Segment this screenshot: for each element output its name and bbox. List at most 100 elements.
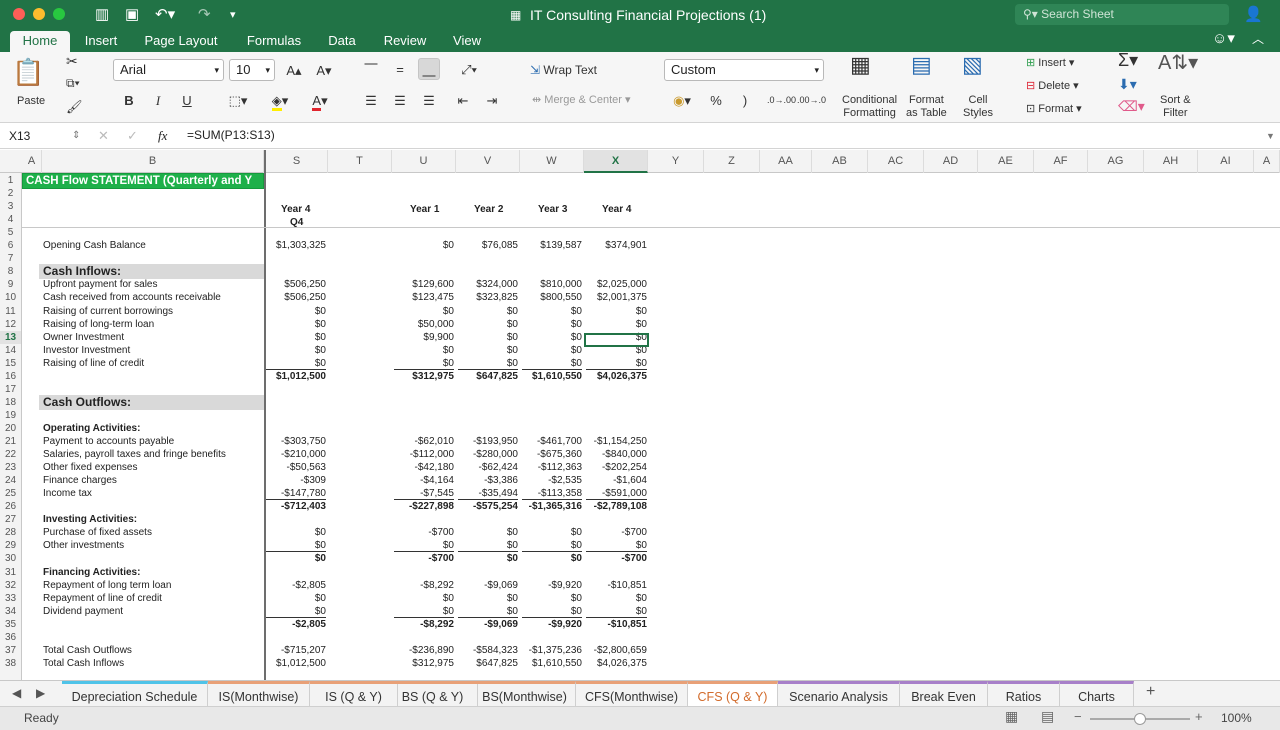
format-cells-button[interactable]: ⊡ Format ▾ — [1026, 103, 1082, 116]
row-header-7[interactable]: 7 — [0, 252, 21, 265]
cell-v-26[interactable]: -$575,254 — [456, 500, 518, 513]
cell-s-35[interactable]: -$2,805 — [264, 618, 326, 631]
cell-v-11[interactable]: $0 — [456, 305, 518, 318]
row-header-34[interactable]: 34 — [0, 605, 21, 618]
wrap-text-button[interactable]: ⇲ Wrap Text — [530, 64, 597, 77]
fill-color-button[interactable]: ◈▾ — [262, 89, 298, 111]
column-header-x[interactable]: X — [584, 150, 648, 173]
formula-input[interactable]: =SUM(P13:S13) — [187, 129, 275, 142]
fill-icon[interactable]: ⬇▾ — [1118, 77, 1137, 91]
row-header-24[interactable]: 24 — [0, 474, 21, 487]
column-header-ai[interactable]: AI — [1198, 150, 1254, 173]
close-window-button[interactable] — [13, 8, 25, 20]
column-header-ah[interactable]: AH — [1144, 150, 1198, 173]
format-as-table-button[interactable]: Format as Table — [906, 94, 947, 120]
cell-w-11[interactable]: $0 — [520, 305, 582, 318]
previous-sheet-icon[interactable]: ◀ — [12, 687, 21, 700]
row-label[interactable]: Income tax — [43, 487, 92, 500]
cell-u-10[interactable]: $123,475 — [392, 291, 454, 304]
cell-w-30[interactable]: $0 — [520, 552, 582, 565]
expand-formula-icon[interactable]: ▼ — [1266, 130, 1275, 143]
cell-u-9[interactable]: $129,600 — [392, 278, 454, 291]
cell-v-13[interactable]: $0 — [456, 331, 518, 344]
cell-s-26[interactable]: -$712,403 — [264, 500, 326, 513]
cell-w-14[interactable]: $0 — [520, 344, 582, 357]
cell-x-33[interactable]: $0 — [584, 592, 647, 605]
cell-u-13[interactable]: $9,900 — [392, 331, 454, 344]
delete-cells-button[interactable]: ⊟ Delete ▾ — [1026, 80, 1079, 93]
row-header-18[interactable]: 18 — [0, 396, 21, 409]
cell-s-24[interactable]: -$309 — [264, 474, 326, 487]
cell-u-37[interactable]: -$236,890 — [392, 644, 454, 657]
insert-function-icon[interactable]: fx — [158, 129, 167, 142]
cell-w-24[interactable]: -$2,535 — [520, 474, 582, 487]
cell-u-16[interactable]: $312,975 — [392, 370, 454, 383]
row-label[interactable]: Dividend payment — [43, 605, 123, 618]
align-left-button[interactable]: ☰ — [360, 89, 382, 111]
row-label[interactable]: Payment to accounts payable — [43, 435, 174, 448]
bold-button[interactable]: B — [118, 89, 140, 111]
column-header-ad[interactable]: AD — [924, 150, 978, 173]
cell-v-6[interactable]: $76,085 — [456, 239, 518, 252]
cell-v-24[interactable]: -$3,386 — [456, 474, 518, 487]
sort-filter-icon[interactable]: A⇅▾ — [1158, 53, 1198, 73]
cell-v-38[interactable]: $647,825 — [456, 657, 518, 670]
zoom-in-icon[interactable]: + — [1195, 710, 1203, 723]
cell-x-32[interactable]: -$10,851 — [584, 579, 647, 592]
row-label[interactable]: Total Cash Outflows — [43, 644, 132, 657]
align-top-button[interactable]: ⎺ — [360, 58, 382, 80]
percent-button[interactable]: % — [705, 89, 727, 111]
row-label[interactable]: Purchase of fixed assets — [43, 526, 152, 539]
sheet-tab[interactable]: CFS(Monthwise) — [576, 681, 688, 707]
cell-u-30[interactable]: -$700 — [392, 552, 454, 565]
cell-x-11[interactable]: $0 — [584, 305, 647, 318]
tab-home[interactable]: Home — [10, 31, 70, 52]
row-label[interactable]: Other investments — [43, 539, 124, 552]
cell-s-11[interactable]: $0 — [264, 305, 326, 318]
cell-styles-icon[interactable]: ▧ — [962, 54, 983, 76]
minimize-window-button[interactable] — [33, 8, 45, 20]
name-box-stepper-icon[interactable]: ⇕ — [72, 129, 80, 142]
row-header-22[interactable]: 22 — [0, 448, 21, 461]
cell-w-26[interactable]: -$1,365,316 — [520, 500, 582, 513]
align-center-button[interactable]: ☰ — [389, 89, 411, 111]
row-header-36[interactable]: 36 — [0, 631, 21, 644]
cell-u-11[interactable]: $0 — [392, 305, 454, 318]
column-header-af[interactable]: AF — [1034, 150, 1088, 173]
cut-icon[interactable]: ✂ — [66, 54, 78, 68]
tab-formulas[interactable]: Formulas — [240, 31, 308, 52]
sheet-tab[interactable]: Break Even — [900, 681, 988, 707]
redo-icon[interactable]: ↷ — [198, 6, 211, 24]
row-header-19[interactable]: 19 — [0, 409, 21, 422]
row-label[interactable]: Finance charges — [43, 474, 117, 487]
zoom-out-icon[interactable]: − — [1074, 710, 1082, 723]
sort-filter-button[interactable]: Sort & Filter — [1160, 94, 1191, 120]
cell-v-32[interactable]: -$9,069 — [456, 579, 518, 592]
row-header-20[interactable]: 20 — [0, 422, 21, 435]
row-header-28[interactable]: 28 — [0, 526, 21, 539]
cell-u-14[interactable]: $0 — [392, 344, 454, 357]
cell-w-22[interactable]: -$675,360 — [520, 448, 582, 461]
row-header-37[interactable]: 37 — [0, 644, 21, 657]
sheet-tab[interactable]: Depreciation Schedule — [62, 681, 208, 707]
next-sheet-icon[interactable]: ▶ — [36, 687, 45, 700]
customize-toolbar-icon[interactable]: ▾ — [230, 6, 236, 24]
decrease-font-size-button[interactable]: A▾ — [313, 59, 335, 81]
accounting-format-button[interactable]: ◉▾ — [666, 89, 698, 111]
cell-x-12[interactable]: $0 — [584, 318, 647, 331]
cell-v-10[interactable]: $323,825 — [456, 291, 518, 304]
cell-x-30[interactable]: -$700 — [584, 552, 647, 565]
sheet-title-cell[interactable]: CASH Flow STATEMENT (Quarterly and Y — [22, 173, 264, 189]
row-label[interactable]: Investing Activities: — [43, 513, 137, 526]
cell-w-35[interactable]: -$9,920 — [520, 618, 582, 631]
cell-u-6[interactable]: $0 — [392, 239, 454, 252]
row-header-33[interactable]: 33 — [0, 592, 21, 605]
number-format-select[interactable]: Custom ▾ — [664, 59, 824, 81]
format-as-table-icon[interactable]: ▤ — [911, 54, 932, 76]
cell-w-37[interactable]: -$1,375,236 — [520, 644, 582, 657]
row-header-30[interactable]: 30 — [0, 552, 21, 565]
cell-w-32[interactable]: -$9,920 — [520, 579, 582, 592]
cell-x-28[interactable]: -$700 — [584, 526, 647, 539]
cell-v-21[interactable]: -$193,950 — [456, 435, 518, 448]
borders-button[interactable]: ⬚▾ — [220, 89, 256, 111]
